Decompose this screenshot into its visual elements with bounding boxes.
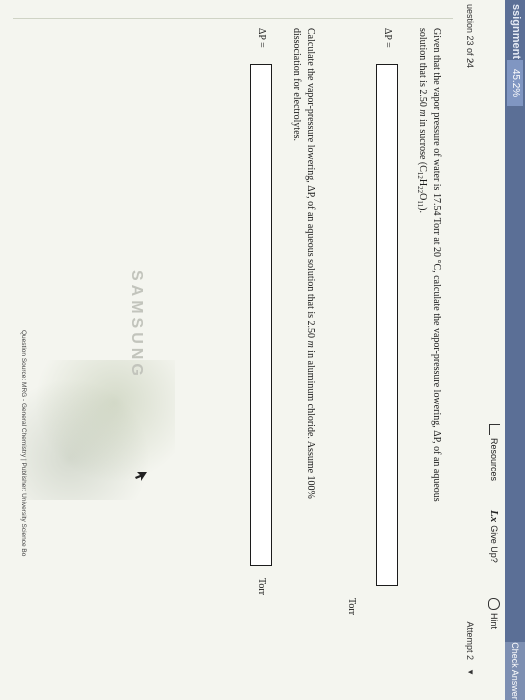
part1-unit: Torr (346, 598, 357, 616)
next-question-chevron-icon[interactable]: › (465, 60, 477, 64)
lightbulb-icon (488, 598, 500, 610)
question-nav: uestion 23 of 24 › Attempt 2 ▼ (459, 0, 481, 700)
check-answer-button[interactable]: Check Answer (505, 642, 525, 700)
mouse-cursor-icon (135, 472, 147, 481)
give-up-button[interactable]: Lx Give Up? (488, 510, 500, 563)
monitor-glare (25, 360, 175, 500)
part1-delta-p-label: ΔP = (382, 28, 393, 48)
resources-icon (489, 424, 500, 435)
part2-answer-input[interactable] (250, 64, 272, 566)
question-toolbar: Resources Lx Give Up? Hint (481, 0, 505, 700)
hint-label: Hint (489, 613, 499, 630)
give-up-label: Give Up? (489, 525, 499, 563)
part2-delta-p-label: ΔP = (256, 28, 267, 48)
rotated-screen: ssignment Score: 45.2% Check Answer Reso… (0, 0, 525, 700)
hint-button[interactable]: Hint (488, 598, 500, 629)
give-up-icon: Lx (488, 510, 500, 523)
question-source: Question Source: MRG - General Chemistry… (20, 330, 27, 557)
question-number: uestion 23 of 24 (465, 4, 475, 69)
part1-answer-input[interactable] (376, 64, 398, 586)
attempt-dropdown-arrow-icon[interactable]: ▼ (466, 668, 475, 676)
device-brand-logo: SAMSUNG (128, 270, 145, 380)
part1-question-text: Given that the vapor pressure of water i… (416, 28, 442, 502)
resources-label: Resources (489, 438, 500, 482)
attempt-label[interactable]: Attempt 2 (465, 621, 475, 660)
assignment-score-badge: 45.2% (507, 60, 523, 106)
assignment-header: ssignment Score: 45.2% Check Answer (505, 0, 525, 700)
part2-question-text: Calculate the vapor-pressure lowering, Δ… (291, 28, 316, 499)
part2-unit: Torr (256, 578, 267, 596)
resources-button[interactable]: Resources (489, 424, 500, 481)
